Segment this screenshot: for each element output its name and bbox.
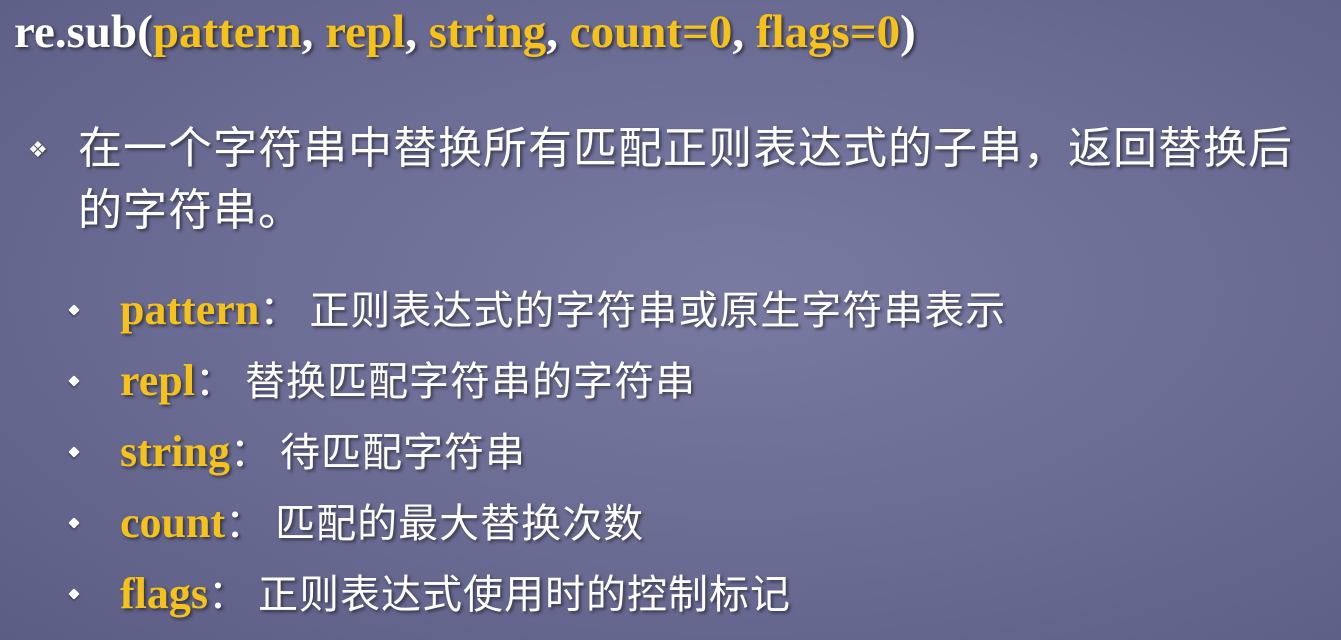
bullet-dot-icon bbox=[68, 304, 80, 316]
main-bullet-text: 在一个字符串中替换所有匹配正则表达式的子串，返回替换后的字符串。 bbox=[78, 123, 1293, 236]
param-description: 正则表达式的字符串或原生字符串表示 bbox=[309, 288, 1007, 334]
param-name: pattern bbox=[120, 285, 260, 334]
param-description: 正则表达式使用时的控制标记 bbox=[258, 572, 791, 618]
diamond-bullet-icon: ❖ bbox=[28, 138, 48, 163]
title-arg-count: count=0 bbox=[569, 6, 733, 58]
param-colon: ： bbox=[259, 288, 300, 334]
param-description: 待匹配字符串 bbox=[280, 430, 526, 476]
parameter-list: pattern： 正则表达式的字符串或原生字符串表示 repl： 替换匹配字符串的字… bbox=[68, 274, 1007, 629]
list-item-flags: flags： 正则表达式使用时的控制标记 bbox=[68, 558, 1006, 629]
param-description: 匹配的最大替换次数 bbox=[275, 501, 645, 547]
param-colon: ： bbox=[230, 430, 270, 476]
param-colon: ： bbox=[225, 501, 266, 547]
slide: re.sub(pattern, repl, string, count=0, f… bbox=[0, 0, 1341, 640]
bullet-dot-icon bbox=[68, 375, 80, 387]
slide-title: re.sub(pattern, repl, string, count=0, f… bbox=[14, 0, 916, 64]
param-colon: ： bbox=[194, 359, 235, 405]
list-item-count: count： 匹配的最大替换次数 bbox=[68, 487, 1006, 558]
title-separator: , bbox=[732, 6, 756, 58]
title-arg-repl: repl bbox=[325, 6, 406, 58]
title-separator: , bbox=[546, 6, 570, 58]
param-colon: ： bbox=[208, 572, 248, 618]
title-func: re.sub( bbox=[14, 6, 153, 58]
title-arg-string: string bbox=[428, 6, 547, 58]
list-item-repl: repl： 替换匹配字符串的字符串 bbox=[68, 345, 1006, 416]
bullet-dot-icon bbox=[68, 446, 80, 458]
list-item-string: string： 待匹配字符串 bbox=[68, 416, 1006, 487]
title-separator: , bbox=[405, 6, 429, 58]
param-name: count bbox=[120, 498, 226, 547]
list-item-pattern: pattern： 正则表达式的字符串或原生字符串表示 bbox=[68, 274, 1007, 345]
title-arg-flags: flags=0 bbox=[755, 6, 901, 58]
title-arg-pattern: pattern bbox=[152, 6, 302, 58]
bullet-dot-icon bbox=[68, 517, 80, 529]
title-close-paren: ) bbox=[900, 6, 916, 58]
param-name: flags bbox=[120, 569, 208, 618]
param-name: string bbox=[120, 427, 230, 476]
title-separator: , bbox=[301, 6, 326, 58]
param-description: 替换匹配字符串的字符串 bbox=[244, 359, 696, 405]
param-name: repl bbox=[120, 356, 195, 405]
bullet-dot-icon bbox=[68, 588, 80, 600]
main-bullet: ❖ 在一个字符串中替换所有匹配正则表达式的子串，返回替换后的字符串。 bbox=[22, 118, 1322, 242]
